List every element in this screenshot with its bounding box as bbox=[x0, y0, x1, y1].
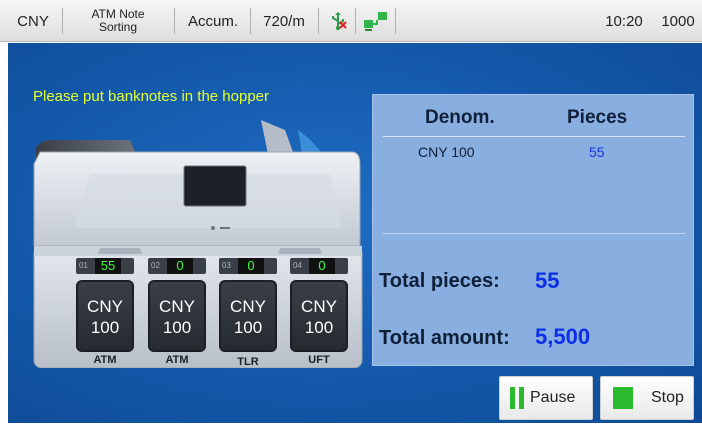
row-pieces: 55 bbox=[589, 144, 605, 160]
pocket-number: 04 bbox=[293, 261, 302, 270]
pocket-count: 0 bbox=[247, 258, 255, 273]
header-divider bbox=[383, 136, 685, 137]
total-pieces-label: Total pieces: bbox=[379, 270, 500, 292]
pocket-currency: CNY bbox=[230, 297, 266, 316]
network-icon bbox=[359, 0, 393, 42]
pause-icon bbox=[510, 387, 524, 409]
pocket-label: ATM bbox=[165, 354, 189, 366]
pocket-display: CNY 100 bbox=[219, 280, 277, 352]
pocket-denom: 100 bbox=[90, 318, 120, 337]
result-table: Denom. Pieces CNY 100 55 Total pieces: 5… bbox=[372, 94, 694, 366]
pocket-number: 01 bbox=[79, 261, 88, 270]
currency-indicator[interactable]: CNY bbox=[8, 0, 58, 42]
pocket-label: ATM bbox=[93, 354, 117, 366]
machine-illustration: 01 55 CNY 100 ATM 02 0 CNY 100 ATM 03 0 … bbox=[30, 118, 366, 369]
count-mode-indicator[interactable]: Accum. bbox=[180, 0, 246, 42]
sorting-mode-indicator[interactable]: ATM Note Sorting bbox=[66, 0, 170, 42]
pocket-count: 0 bbox=[176, 258, 184, 273]
divider bbox=[318, 8, 319, 34]
pause-label: Pause bbox=[530, 389, 576, 406]
speed-indicator[interactable]: 720/m bbox=[254, 0, 314, 42]
divider bbox=[355, 8, 356, 34]
total-amount-label: Total amount: bbox=[379, 327, 510, 349]
pocket-1[interactable]: 01 55 CNY 100 ATM bbox=[66, 250, 138, 368]
pocket-display: CNY 100 bbox=[76, 280, 134, 352]
main-panel: Please put banknotes in the hopper 01 55… bbox=[8, 43, 702, 423]
usb-icon bbox=[324, 0, 352, 42]
pocket-label: UFT bbox=[308, 354, 330, 366]
pocket-denom: 100 bbox=[162, 318, 192, 337]
status-message: Please put banknotes in the hopper bbox=[33, 88, 270, 105]
pocket-denom: 100 bbox=[304, 318, 334, 337]
table-divider bbox=[383, 233, 685, 234]
pocket-4[interactable]: 04 0 CNY 100 UFT bbox=[280, 250, 352, 368]
sorter-screen: CNY ATM Note Sorting Accum. 720/m 10:20 … bbox=[0, 0, 702, 426]
divider bbox=[174, 8, 175, 34]
divider bbox=[250, 8, 251, 34]
pocket-display: CNY 100 bbox=[148, 280, 206, 352]
column-header-pieces: Pieces bbox=[567, 107, 628, 128]
pocket-count: 55 bbox=[100, 258, 116, 273]
pocket-2[interactable]: 02 0 CNY 100 ATM bbox=[138, 250, 210, 368]
pause-button[interactable]: Pause bbox=[499, 376, 593, 420]
divider bbox=[395, 8, 396, 34]
pocket-label: TLR bbox=[237, 356, 259, 368]
pocket-counter: 04 0 bbox=[290, 258, 348, 274]
status-bar: CNY ATM Note Sorting Accum. 720/m 10:20 … bbox=[0, 0, 702, 42]
column-header-denom: Denom. bbox=[425, 107, 495, 128]
total-pieces-value: 55 bbox=[535, 268, 560, 293]
pocket-counter: 02 0 bbox=[148, 258, 206, 274]
pocket-currency: CNY bbox=[301, 297, 337, 316]
stop-icon bbox=[613, 387, 633, 409]
stop-button[interactable]: Stop bbox=[600, 376, 694, 420]
pocket-currency: CNY bbox=[87, 297, 123, 316]
divider bbox=[62, 8, 63, 34]
pocket-count: 0 bbox=[318, 258, 326, 273]
pocket-group: 01 55 CNY 100 ATM 02 0 CNY 100 ATM 03 0 … bbox=[66, 250, 348, 368]
pocket-number: 03 bbox=[222, 261, 231, 270]
batch-indicator[interactable]: 1000 bbox=[656, 0, 700, 42]
row-denom: CNY 100 bbox=[418, 144, 475, 160]
pocket-counter: 03 0 bbox=[219, 258, 277, 274]
pocket-counter: 01 55 bbox=[76, 258, 134, 274]
stop-label: Stop bbox=[651, 389, 684, 406]
pocket-denom: 100 bbox=[233, 318, 263, 337]
pocket-3[interactable]: 03 0 CNY 100 TLR bbox=[209, 250, 281, 368]
total-amount-value: 5,500 bbox=[535, 324, 591, 349]
pocket-currency: CNY bbox=[159, 297, 195, 316]
mode-line-2: Sorting bbox=[98, 20, 138, 34]
pocket-number: 02 bbox=[151, 261, 160, 270]
clock: 10:20 bbox=[605, 12, 643, 30]
pocket-display: CNY 100 bbox=[290, 280, 348, 352]
